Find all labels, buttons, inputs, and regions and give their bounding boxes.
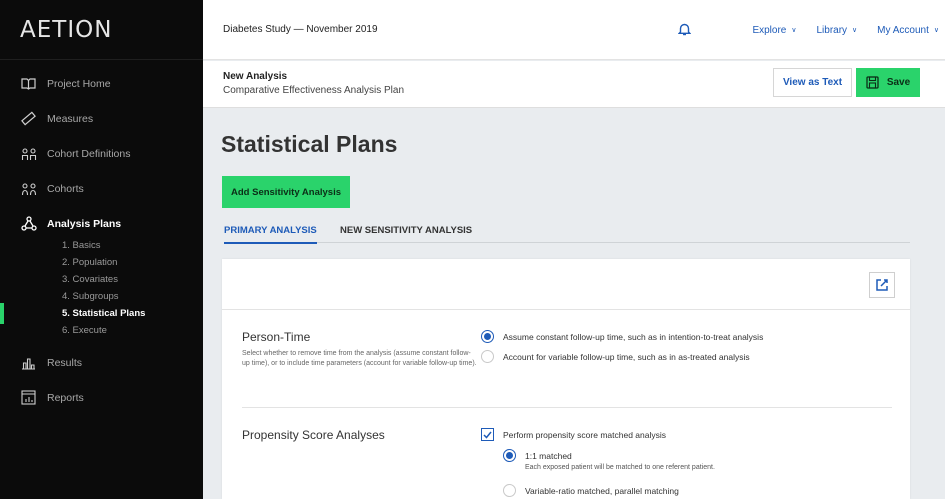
library-label: Library <box>816 24 848 36</box>
sidebar-item-analysis-plans[interactable]: Analysis Plans <box>0 206 203 241</box>
save-label: Save <box>886 77 911 88</box>
analysis-header: New Analysis Comparative Effectiveness A… <box>203 61 945 108</box>
sidebar-item-project-home[interactable]: Project Home <box>0 66 203 101</box>
sidebar-item-results[interactable]: Results <box>0 345 203 380</box>
subnav-item-execute[interactable]: 6. Execute <box>62 322 203 339</box>
subnav-item-statistical-plans[interactable]: 5. Statistical Plans <box>0 303 203 324</box>
sidebar-item-label: Reports <box>47 391 84 404</box>
explore-label: Explore <box>752 24 787 36</box>
top-nav: Explore ∨ Library ∨ My Account ∨ <box>752 0 945 60</box>
radio-constant-follow-up[interactable]: Assume constant follow-up time, such as … <box>481 330 763 343</box>
person-time-title: Person-Time <box>242 330 311 344</box>
option-label: Assume constant follow-up time, such as … <box>503 331 764 342</box>
chevron-down-icon: ∨ <box>791 27 797 34</box>
ruler-icon <box>21 111 47 127</box>
analysis-plans-subnav: 1. Basics 2. Population 3. Covariates 4.… <box>0 237 203 339</box>
section-divider <box>242 407 892 408</box>
add-sensitivity-analysis-button[interactable]: Add Sensitivity Analysis <box>222 176 350 208</box>
page-title: Statistical Plans <box>221 131 398 157</box>
sidebar: AETION Project Home Measures Cohort Defi… <box>0 0 203 499</box>
bell-icon[interactable] <box>677 22 692 41</box>
option-description: Each exposed patient will be matched to … <box>525 464 715 471</box>
sidebar-nav-lower: Results Reports <box>0 345 203 415</box>
option-label: Account for variable follow-up time, suc… <box>503 351 750 362</box>
chevron-down-icon: ∨ <box>933 27 939 34</box>
top-bar: Diabetes Study — November 2019 Explore ∨ … <box>203 0 945 60</box>
save-button[interactable]: Save <box>856 68 920 97</box>
my-account-menu[interactable]: My Account ∨ <box>877 25 939 36</box>
app-logo[interactable]: AETION <box>0 0 203 60</box>
card-header <box>222 259 910 310</box>
sidebar-item-label: Measures <box>47 112 94 125</box>
radio-1-1-matched[interactable]: 1:1 matched <box>503 449 572 462</box>
sidebar-item-label: Cohorts <box>47 182 84 195</box>
subnav-item-population[interactable]: 2. Population <box>62 254 203 271</box>
edit-icon[interactable] <box>869 272 895 298</box>
bar-chart-icon <box>21 355 47 371</box>
sidebar-item-label: Results <box>47 356 83 369</box>
cohorts-icon <box>21 181 47 197</box>
chevron-down-icon: ∨ <box>852 27 858 34</box>
analysis-plans-icon <box>21 216 47 232</box>
my-account-label: My Account <box>877 24 929 36</box>
radio-selected <box>481 330 494 343</box>
subnav-item-covariates[interactable]: 3. Covariates <box>62 271 203 288</box>
analysis-title: New Analysis <box>223 71 288 82</box>
radio-variable-ratio-matched[interactable]: Variable-ratio matched, parallel matchin… <box>503 484 679 497</box>
view-as-text-button[interactable]: View as Text <box>773 68 852 97</box>
library-menu[interactable]: Library ∨ <box>816 25 857 36</box>
option-label: 1:1 matched <box>525 450 572 461</box>
radio-variable-follow-up[interactable]: Account for variable follow-up time, suc… <box>481 350 750 363</box>
tab-new-sensitivity-analysis[interactable]: NEW SENSITIVITY ANALYSIS <box>340 225 472 242</box>
report-icon <box>21 390 47 406</box>
analysis-tabs: PRIMARY ANALYSIS NEW SENSITIVITY ANALYSI… <box>224 225 910 244</box>
explore-menu[interactable]: Explore ∨ <box>752 25 796 36</box>
sidebar-item-label: Analysis Plans <box>47 217 122 230</box>
tab-primary-analysis[interactable]: PRIMARY ANALYSIS <box>224 225 317 244</box>
sidebar-item-label: Cohort Definitions <box>47 147 131 160</box>
cohort-definitions-icon <box>21 146 47 162</box>
study-title: Diabetes Study — November 2019 <box>223 24 378 35</box>
sidebar-item-measures[interactable]: Measures <box>0 101 203 136</box>
statistical-plan-card: Person-Time Select whether to remove tim… <box>222 259 910 499</box>
sidebar-item-cohort-definitions[interactable]: Cohort Definitions <box>0 136 203 171</box>
checkbox-propensity-matched[interactable]: Perform propensity score matched analysi… <box>481 428 666 441</box>
analysis-subtitle: Comparative Effectiveness Analysis Plan <box>223 85 405 96</box>
radio-unselected <box>503 484 516 497</box>
sidebar-item-label: Project Home <box>47 77 111 90</box>
person-time-description: Select whether to remove time from the a… <box>242 350 477 367</box>
sidebar-nav: Project Home Measures Cohort Definitions… <box>0 60 203 241</box>
propensity-title: Propensity Score Analyses <box>242 428 385 442</box>
option-label: Variable-ratio matched, parallel matchin… <box>525 485 679 496</box>
checkbox-label: Perform propensity score matched analysi… <box>503 429 666 440</box>
checkbox-checked-icon <box>481 428 494 441</box>
subnav-item-basics[interactable]: 1. Basics <box>62 237 203 254</box>
sidebar-item-reports[interactable]: Reports <box>0 380 203 415</box>
radio-selected <box>503 449 516 462</box>
book-icon <box>21 76 47 92</box>
radio-unselected <box>481 350 494 363</box>
subnav-item-subgroups[interactable]: 4. Subgroups <box>62 288 203 305</box>
sidebar-item-cohorts[interactable]: Cohorts <box>0 171 203 206</box>
save-icon <box>866 76 879 89</box>
